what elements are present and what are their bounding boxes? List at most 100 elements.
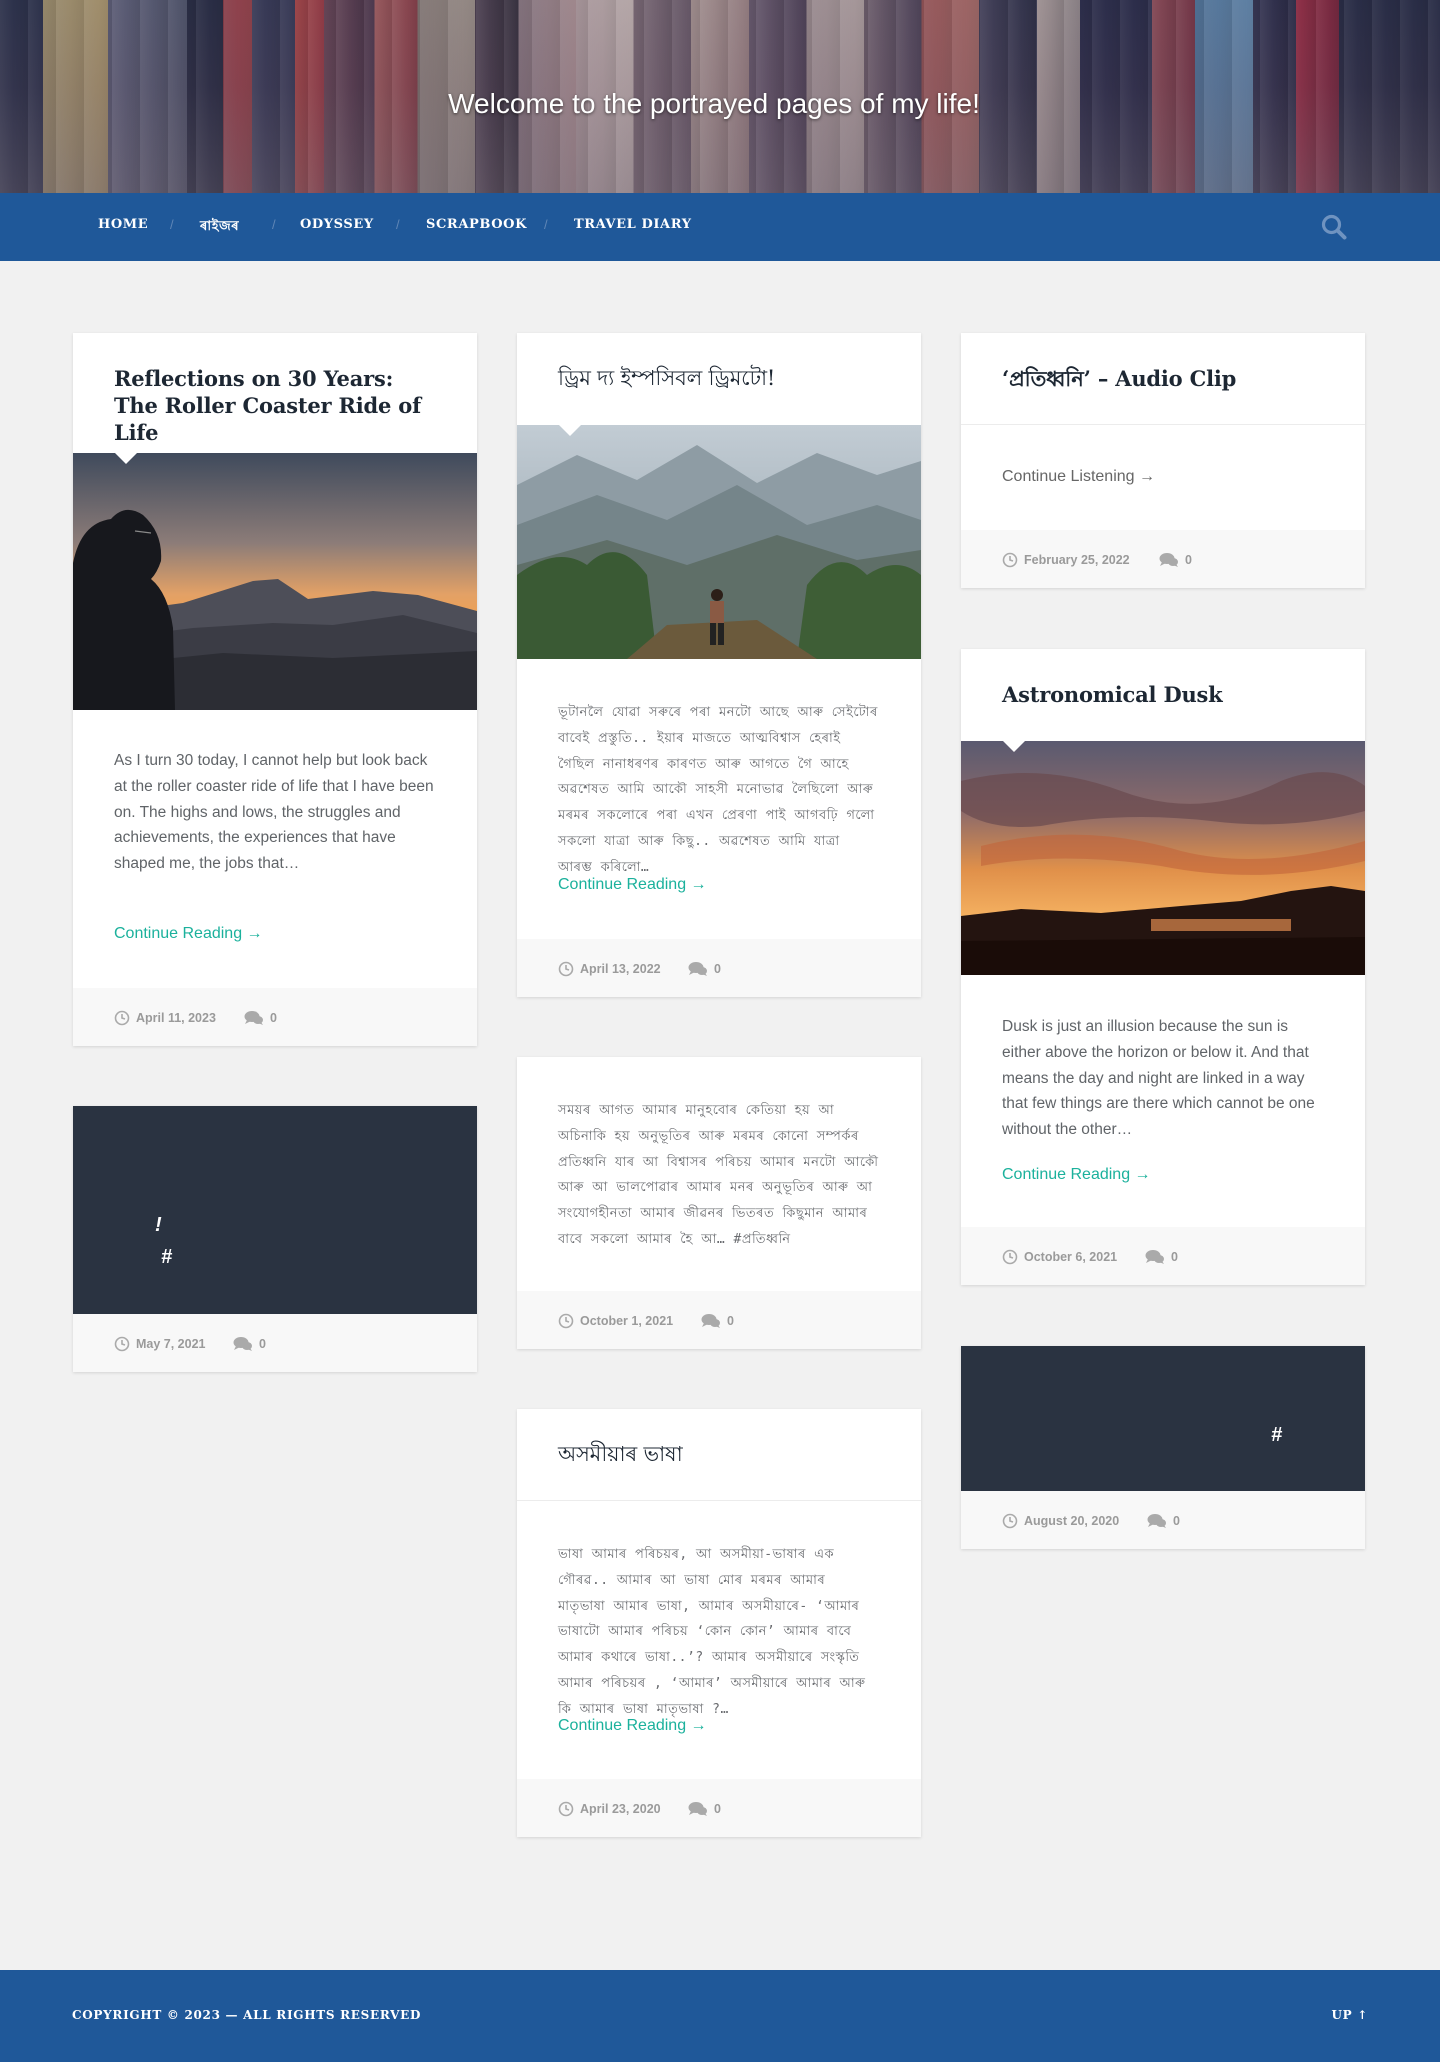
status-text-line: ! [155, 1214, 162, 1236]
post-comments-count: 0 [1171, 1250, 1178, 1264]
comments-icon [233, 1337, 252, 1351]
post-date[interactable]: April 11, 2023 [114, 1010, 216, 1026]
site-tagline: Welcome to the portrayed pages of my lif… [448, 88, 980, 119]
nav-separator: / [170, 217, 174, 232]
card-notch [559, 425, 581, 436]
nav-item-odyssey[interactable]: Odyssey [300, 217, 374, 237]
post-date[interactable]: February 25, 2022 [1002, 552, 1130, 568]
post-comments[interactable]: 0 [688, 961, 721, 977]
card-notch [559, 1501, 581, 1512]
post-comments-count: 0 [1185, 553, 1192, 567]
continue-reading-link[interactable]: Continue Reading → [1002, 1166, 1151, 1184]
post-comments[interactable]: 0 [233, 1336, 266, 1352]
post-date-text: May 7, 2021 [136, 1337, 206, 1351]
status-hashtag: # [161, 1246, 173, 1268]
post-date-text: April 23, 2020 [580, 1802, 661, 1816]
post-meta: April 13, 2022 0 [517, 939, 921, 997]
post-card-language: অসমীয়াৰ ভাষা ভাষা আমাৰ পৰিচয়ৰ, আ অসমীয… [517, 1409, 921, 1837]
post-card-status: ! # May 7, 2021 0 [73, 1106, 477, 1372]
comments-icon [244, 1011, 263, 1025]
post-card-reflections: Reflections on 30 Years: The Roller Coas… [73, 333, 477, 1046]
post-comments-count: 0 [1173, 1514, 1180, 1528]
nav-separator: / [396, 217, 400, 232]
comments-icon [1147, 1514, 1166, 1528]
post-excerpt: Dusk is just an illusion because the sun… [1002, 1018, 1315, 1139]
nav-item-travel-diary[interactable]: Travel Diary [574, 217, 692, 237]
post-excerpt: As I turn 30 today, I cannot help but lo… [114, 752, 434, 873]
status-post-box[interactable]: ! # [73, 1106, 477, 1316]
post-date-text: April 11, 2023 [136, 1011, 216, 1025]
status-hashtag: # [1271, 1424, 1283, 1446]
nav-item-scrapbook[interactable]: Scrapbook [426, 217, 527, 237]
clock-icon [558, 1801, 574, 1817]
post-date[interactable]: October 6, 2021 [1002, 1249, 1117, 1265]
title-divider [961, 424, 1365, 425]
post-card-dream: ড্ৰিম দ্য ইম্পসিবল ড্ৰিমটো! ভূটানলৈ যোৱা… [517, 333, 921, 997]
post-date-text: October 1, 2021 [580, 1314, 674, 1328]
clock-icon [1002, 1513, 1018, 1529]
back-to-top-link[interactable]: Up ↑ [1331, 2008, 1368, 2022]
post-thumbnail-silhouette[interactable] [73, 453, 477, 710]
comments-icon [688, 1802, 707, 1816]
post-card-status-2: # August 20, 2020 0 [961, 1346, 1365, 1549]
continue-reading-link[interactable]: Continue Reading → [114, 925, 263, 943]
clock-icon [1002, 552, 1018, 568]
clock-icon [558, 961, 574, 977]
post-thumbnail-mountain[interactable] [517, 425, 921, 659]
comments-icon [701, 1314, 720, 1328]
post-date[interactable]: May 7, 2021 [114, 1336, 206, 1352]
comments-icon [1159, 553, 1178, 567]
post-comments-count: 0 [259, 1337, 266, 1351]
post-excerpt: ভাষা আমাৰ পৰিচয়ৰ, আ অসমীয়া-ভাষাৰ এক গৌ… [558, 1547, 866, 1717]
post-title[interactable]: ‘প্ৰতিধ্বনি’ – Audio Clip [961, 365, 1277, 392]
post-card-quote: সময়ৰ আগত আমাৰ মানুহবোৰ কেতিয়া হয় আ অচ… [517, 1057, 921, 1349]
post-comments[interactable]: 0 [1147, 1513, 1180, 1529]
post-date[interactable]: April 23, 2020 [558, 1801, 661, 1817]
nav-item-raijor[interactable]: ৰাইজৰ [200, 217, 239, 237]
post-comments[interactable]: 0 [1145, 1249, 1178, 1265]
post-title[interactable]: ড্ৰিম দ্য ইম্পসিবল ড্ৰিমটো! [517, 365, 816, 392]
post-comments[interactable]: 0 [688, 1801, 721, 1817]
post-meta: May 7, 2021 0 [73, 1314, 477, 1372]
post-title[interactable]: Reflections on 30 Years: The Roller Coas… [73, 365, 477, 446]
post-meta: February 25, 2022 0 [961, 530, 1365, 588]
continue-reading-link[interactable]: Continue Reading → [558, 876, 707, 894]
status-post-box[interactable]: # [961, 1346, 1365, 1492]
post-date[interactable]: August 20, 2020 [1002, 1513, 1119, 1529]
post-comments-count: 0 [727, 1314, 734, 1328]
search-icon[interactable] [1320, 213, 1348, 241]
site-footer: Copyright © 2023 — All Rights Reserved U… [0, 1970, 1440, 2062]
comments-icon [688, 962, 707, 976]
card-notch [1003, 741, 1025, 752]
post-date[interactable]: April 13, 2022 [558, 961, 661, 977]
post-meta: August 20, 2020 0 [961, 1491, 1365, 1549]
post-comments[interactable]: 0 [701, 1313, 734, 1329]
post-date-text: February 25, 2022 [1024, 553, 1130, 567]
continue-listening-link[interactable]: Continue Listening → [1002, 468, 1155, 486]
post-title[interactable]: Astronomical Dusk [961, 681, 1264, 708]
post-meta: April 11, 2023 0 [73, 988, 477, 1046]
post-date-text: August 20, 2020 [1024, 1514, 1120, 1528]
post-title[interactable]: অসমীয়াৰ ভাষা [517, 1441, 724, 1468]
main-navigation: Home / ৰাইজৰ / Odyssey / Scrapbook / Tra… [0, 193, 1440, 261]
copyright-text: Copyright © 2023 — All Rights Reserved [72, 2008, 422, 2022]
post-excerpt[interactable]: সময়ৰ আগত আমাৰ মানুহবোৰ কেতিয়া হয় আ অচ… [558, 1098, 880, 1253]
post-date[interactable]: October 1, 2021 [558, 1313, 673, 1329]
clock-icon [558, 1313, 574, 1329]
continue-reading-link[interactable]: Continue Reading → [558, 1717, 707, 1735]
post-comments[interactable]: 0 [244, 1010, 277, 1026]
post-comments-count: 0 [714, 1802, 721, 1816]
nav-separator: / [544, 217, 548, 232]
comments-icon [1145, 1250, 1164, 1264]
header-banner: Welcome to the portrayed pages of my lif… [0, 0, 1440, 193]
post-excerpt: ভূটানলৈ যোৱা সৰুৰে পৰা মনটো আছে আৰু সেইট… [558, 705, 878, 875]
post-card-audio: ‘প্ৰতিধ্বনি’ – Audio Clip Continue Liste… [961, 333, 1365, 588]
post-comments-count: 0 [714, 962, 721, 976]
nav-separator: / [272, 217, 276, 232]
post-meta: October 1, 2021 0 [517, 1291, 921, 1349]
post-date-text: April 13, 2022 [580, 962, 661, 976]
clock-icon [1002, 1249, 1018, 1265]
post-comments[interactable]: 0 [1159, 552, 1192, 568]
post-thumbnail-sunset[interactable] [961, 741, 1365, 975]
nav-item-home[interactable]: Home [98, 217, 148, 237]
